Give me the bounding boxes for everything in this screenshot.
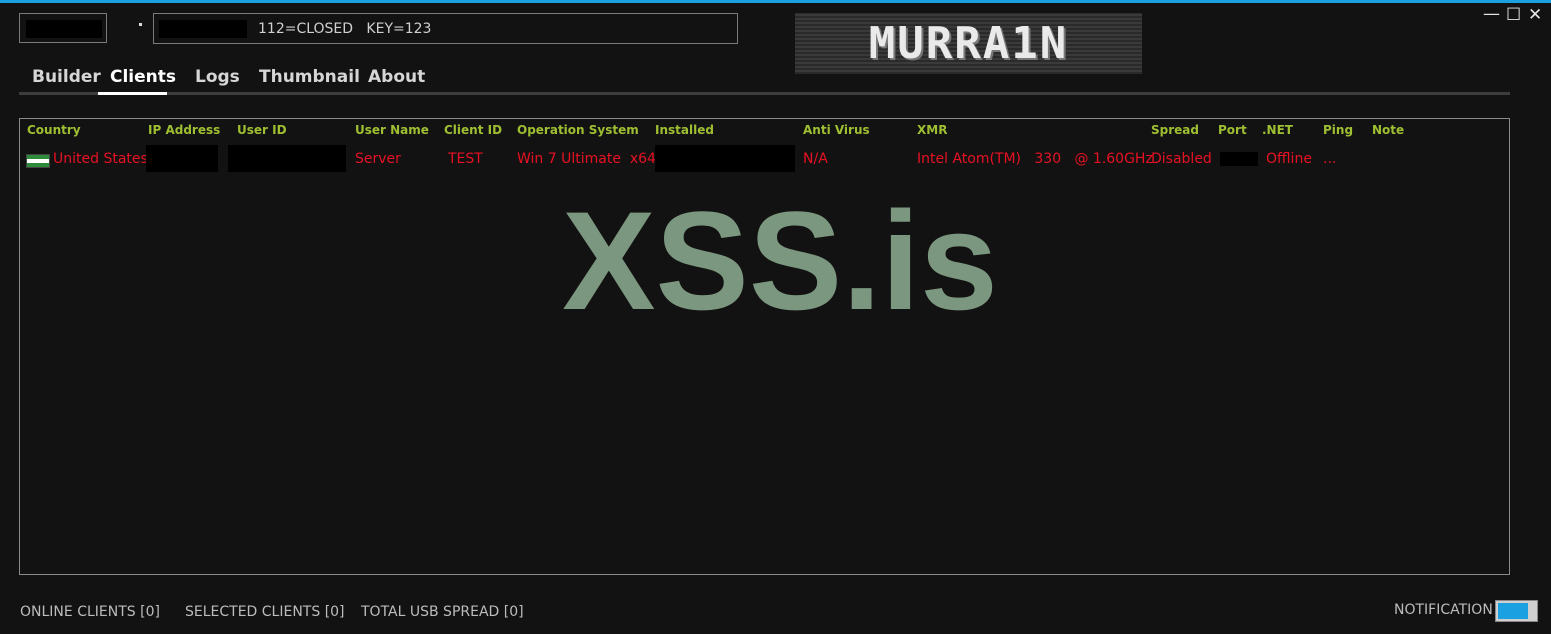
column-header-user-id[interactable]: User ID <box>237 123 287 137</box>
cell-os: Win 7 Ultimate x64 <box>517 151 656 167</box>
maximize-button[interactable]: ☐ <box>1506 6 1521 24</box>
selected-clients-count: SELECTED CLIENTS [0] <box>185 604 345 620</box>
cell-dotnet: Offline <box>1266 151 1312 167</box>
tab-thumbnail[interactable]: Thumbnail <box>259 67 360 87</box>
column-header-port[interactable]: Port <box>1218 123 1247 137</box>
cell-ping: ... <box>1323 151 1337 167</box>
online-clients-count: ONLINE CLIENTS [0] <box>20 604 160 620</box>
tab-about[interactable]: About <box>368 67 425 87</box>
tab-builder[interactable]: Builder <box>32 67 101 87</box>
cell-user-name: Server <box>355 151 401 167</box>
cell-country: United States <box>53 151 148 167</box>
redacted-block <box>159 20 247 38</box>
tab-clients[interactable]: Clients <box>110 67 176 87</box>
column-header-ip-address[interactable]: IP Address <box>148 123 220 137</box>
column-header-anti-virus[interactable]: Anti Virus <box>803 123 870 137</box>
cell-anti-virus: N/A <box>803 151 828 167</box>
redacted-block <box>26 20 102 38</box>
selected-tab-indicator <box>98 92 167 95</box>
status-text: 112=CLOSED KEY=123 <box>258 21 432 37</box>
column-header-ping[interactable]: Ping <box>1323 123 1353 137</box>
main-tabs: Builder Clients Logs Thumbnail About <box>19 64 1510 96</box>
column-header-xmr[interactable]: XMR <box>917 123 947 137</box>
toggle-on-indicator <box>1498 603 1528 619</box>
column-header-spread[interactable]: Spread <box>1151 123 1199 137</box>
cell-spread: Disabled <box>1151 151 1212 167</box>
status-field: 112=CLOSED KEY=123 <box>153 13 738 44</box>
minimize-button[interactable]: — <box>1483 5 1500 23</box>
tab-logs[interactable]: Logs <box>195 67 240 87</box>
redacted-title-box <box>19 13 107 43</box>
separator-dot <box>139 23 142 26</box>
notification-toggle[interactable] <box>1495 600 1538 622</box>
redacted-ip-address <box>146 145 218 172</box>
column-header-dotnet[interactable]: .NET <box>1262 123 1293 137</box>
notification-label: NOTIFICATION <box>1394 602 1493 618</box>
cell-client-id: TEST <box>448 151 483 167</box>
column-header-country[interactable]: Country <box>27 123 81 137</box>
tab-divider <box>19 92 1510 95</box>
redacted-installed <box>655 145 795 172</box>
column-header-installed[interactable]: Installed <box>655 123 714 137</box>
redacted-user-id <box>228 145 346 172</box>
close-button[interactable]: ✕ <box>1528 6 1542 24</box>
column-header-client-id[interactable]: Client ID <box>444 123 502 137</box>
column-header-operation-system[interactable]: Operation System <box>517 123 639 137</box>
column-header-note[interactable]: Note <box>1372 123 1404 137</box>
cell-xmr: Intel Atom(TM) 330 @ 1.60GHz <box>917 151 1153 167</box>
flag-icon <box>26 154 50 168</box>
redacted-port <box>1220 152 1258 166</box>
watermark-text: XSS.is <box>562 182 998 339</box>
window-accent-bar <box>0 0 1551 3</box>
total-usb-spread-count: TOTAL USB SPREAD [0] <box>361 604 524 620</box>
column-header-user-name[interactable]: User Name <box>355 123 429 137</box>
